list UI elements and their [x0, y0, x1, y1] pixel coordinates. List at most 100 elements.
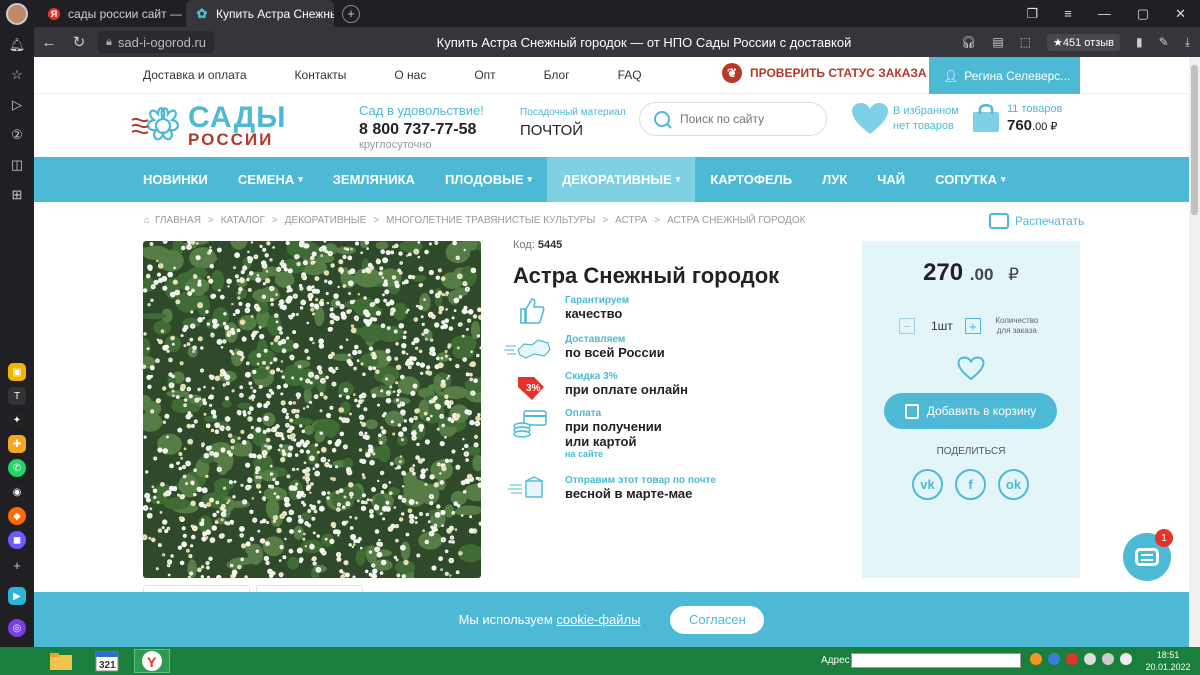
- download-icon[interactable]: ⤓: [1185, 35, 1190, 50]
- taskbar-address-input[interactable]: [851, 653, 1021, 668]
- scrollbar-thumb[interactable]: [1191, 65, 1198, 215]
- add-to-cart-label: Добавить в корзину: [926, 404, 1037, 418]
- tray-language-icon[interactable]: [1120, 653, 1132, 665]
- tray-signal-icon[interactable]: [1102, 653, 1114, 665]
- bookmark-icon[interactable]: ▮: [1136, 35, 1143, 49]
- facebook-share-icon[interactable]: f: [955, 469, 986, 500]
- nav-item-2[interactable]: ЗЕМЛЯНИКА: [318, 157, 430, 202]
- breadcrumb-item[interactable]: АСТРА: [615, 215, 647, 226]
- calendar-app-icon[interactable]: 321: [94, 649, 120, 673]
- top-link-delivery[interactable]: Доставка и оплата: [143, 68, 247, 82]
- home-icon: ⌂: [144, 215, 151, 226]
- qty-minus-button[interactable]: −: [899, 318, 915, 334]
- tray-volume-icon[interactable]: [1084, 653, 1096, 665]
- messenger-icon[interactable]: ◼: [8, 531, 26, 549]
- site-logo[interactable]: САДЫ РОССИИ: [130, 100, 286, 152]
- breadcrumb-item[interactable]: МНОГОЛЕТНИЕ ТРАВЯНИСТЫЕ КУЛЬТУРЫ: [386, 215, 595, 226]
- media-play-icon[interactable]: ▶: [8, 587, 26, 605]
- nav-item-7[interactable]: ЧАЙ: [862, 157, 920, 202]
- breadcrumb-item[interactable]: АСТРА СНЕЖНЫЙ ГОРОДОК: [667, 215, 805, 226]
- qty-plus-button[interactable]: +: [964, 318, 981, 334]
- reload-icon[interactable]: ↻: [64, 33, 94, 51]
- phone-number[interactable]: 8 800 737-77-58: [359, 121, 484, 139]
- cart-block[interactable]: 11 товаров 760.00 ₽: [971, 102, 1062, 134]
- apps-grid-icon[interactable]: ⊞: [9, 187, 25, 203]
- play-icon[interactable]: ▷: [9, 97, 25, 113]
- t-app-icon[interactable]: T: [8, 387, 26, 405]
- reader-icon[interactable]: ▤: [992, 35, 1003, 49]
- favorites-block[interactable]: В избранном нет товаров: [851, 102, 959, 136]
- breadcrumb-item[interactable]: ДЕКОРАТИВНЫЕ: [285, 215, 367, 226]
- tray-feed-icon[interactable]: [1030, 653, 1042, 665]
- taskbar-address-label: Адрес: [821, 655, 850, 666]
- taskbar-clock[interactable]: 18:51 20.01.2022: [1138, 649, 1198, 673]
- screenshot-icon[interactable]: ◫: [9, 157, 25, 173]
- add-to-favorites-icon[interactable]: [957, 356, 985, 381]
- user-account-button[interactable]: 👤︎ Регина Селеверс...: [929, 57, 1080, 94]
- nav-item-0[interactable]: НОВИНКИ: [128, 157, 223, 202]
- compass-icon[interactable]: ✦: [8, 411, 26, 429]
- tab-yandex[interactable]: Я сады россии сайт — Яндекс: [38, 0, 186, 27]
- extension-icon[interactable]: ⬚: [1020, 35, 1031, 49]
- cookie-link[interactable]: cookie-файлы: [556, 612, 640, 627]
- add-app-icon[interactable]: +: [9, 557, 25, 573]
- page-scrollbar[interactable]: [1189, 57, 1200, 647]
- headphones-icon[interactable]: 🎧︎: [961, 35, 976, 49]
- url-field[interactable]: 🔒︎ sad-i-ogorod.ru: [98, 31, 215, 53]
- qty-value[interactable]: 1шт: [931, 319, 953, 333]
- pen-icon[interactable]: ✎: [1159, 35, 1169, 49]
- close-window-icon[interactable]: ✕: [1175, 6, 1186, 22]
- games-icon[interactable]: ✚: [8, 435, 26, 453]
- card-coins-icon: [513, 410, 547, 438]
- file-explorer-icon[interactable]: [48, 649, 74, 673]
- search-input[interactable]: [680, 112, 810, 126]
- clock-time: 18:51: [1156, 650, 1180, 660]
- top-link-blog[interactable]: Блог: [544, 68, 570, 82]
- breadcrumb-separator: >: [602, 215, 609, 226]
- tray-antivirus-icon[interactable]: [1066, 653, 1078, 665]
- maximize-icon[interactable]: ▢: [1137, 6, 1149, 22]
- site-flower-icon: ✿: [196, 5, 208, 21]
- chat-widget-button[interactable]: 1: [1123, 529, 1173, 581]
- cart-total-value: 760: [1007, 116, 1033, 134]
- numbered-icon[interactable]: ②: [9, 127, 25, 143]
- nav-item-1[interactable]: СЕМЕНА ▾: [223, 157, 318, 202]
- back-icon[interactable]: ←: [34, 34, 64, 51]
- bell-icon[interactable]: 🔔︎: [9, 37, 26, 53]
- fox-icon[interactable]: ◆: [8, 507, 26, 525]
- tray-network-icon[interactable]: [1048, 653, 1060, 665]
- nav-item-4[interactable]: ДЕКОРАТИВНЫЕ ▾: [547, 157, 696, 202]
- top-link-contacts[interactable]: Контакты: [295, 68, 347, 82]
- product-image[interactable]: [143, 241, 481, 578]
- breadcrumb-item[interactable]: ГЛАВНАЯ: [155, 215, 201, 226]
- nav-item-3[interactable]: ПЛОДОВЫЕ ▾: [430, 157, 547, 202]
- cookie-agree-button[interactable]: Согласен: [670, 605, 765, 634]
- menu-icon[interactable]: ≡: [1064, 6, 1072, 22]
- chevron-down-icon: ▾: [1001, 174, 1006, 184]
- reviews-badge[interactable]: ★451 отзыв: [1047, 33, 1121, 51]
- nav-item-6[interactable]: ЛУК: [807, 157, 862, 202]
- yandex-browser-taskbar-icon[interactable]: Y: [134, 649, 170, 673]
- search-box[interactable]: [639, 102, 827, 136]
- breadcrumb-item[interactable]: КАТАЛОГ: [221, 215, 265, 226]
- new-tab-button[interactable]: +: [342, 4, 360, 23]
- minimize-icon[interactable]: —: [1098, 6, 1111, 22]
- vk-share-icon[interactable]: vk: [912, 469, 943, 500]
- nav-item-5[interactable]: КАРТОФЕЛЬ: [695, 157, 807, 202]
- print-button[interactable]: Распечатать: [989, 213, 1084, 229]
- top-link-faq[interactable]: FAQ: [618, 68, 642, 82]
- profile-avatar[interactable]: [6, 2, 28, 25]
- nav-item-8[interactable]: СОПУТКА ▾: [920, 157, 1020, 202]
- top-link-wholesale[interactable]: Опт: [474, 68, 495, 82]
- alice-icon[interactable]: ◎: [8, 619, 26, 637]
- tabs-icon[interactable]: ❐: [1027, 6, 1039, 22]
- top-link-about[interactable]: О нас: [394, 68, 426, 82]
- star-icon[interactable]: ☆: [9, 67, 25, 83]
- check-order-status-button[interactable]: ❦ ПРОВЕРИТЬ СТАТУС ЗАКАЗА: [722, 63, 927, 83]
- gamepad-icon[interactable]: ▣: [8, 363, 26, 381]
- music-icon[interactable]: ◉: [8, 483, 26, 501]
- odnoklassniki-share-icon[interactable]: ok: [998, 469, 1029, 500]
- add-to-cart-button[interactable]: Добавить в корзину: [884, 393, 1057, 429]
- tab-current[interactable]: ✿ Купить Астра Снежный гор ✕: [186, 0, 334, 27]
- whatsapp-icon[interactable]: ✆: [8, 459, 26, 477]
